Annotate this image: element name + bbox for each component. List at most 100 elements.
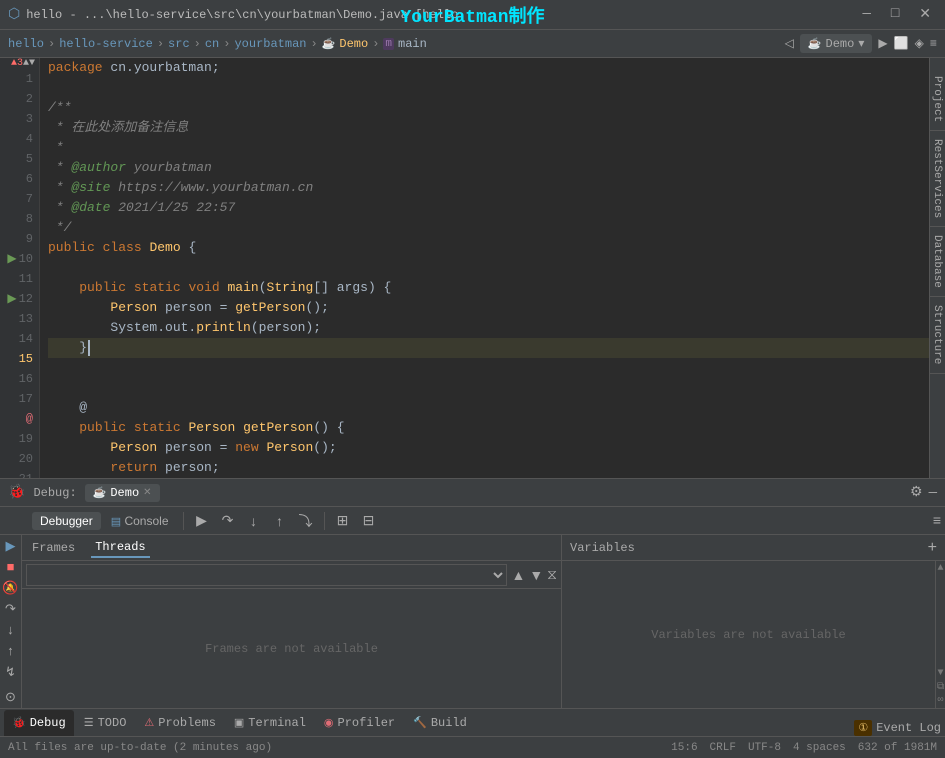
breadcrumb-hello[interactable]: hello (8, 37, 44, 51)
more-button[interactable]: ≡ (930, 37, 937, 51)
code-line-4: * 在此处添加备注信息 (48, 118, 929, 138)
code-line-13: Person person = getPerson(); (48, 298, 929, 318)
code-line-9: */ (48, 218, 929, 238)
scroll-copy-button[interactable]: ⧉ (937, 681, 944, 693)
thread-dropdown-row: ▲ ▼ ⧖ (22, 561, 561, 589)
breadcrumb: hello › hello-service › src › cn › yourb… (0, 30, 945, 58)
threads-tab[interactable]: Threads (91, 538, 149, 558)
event-log-button[interactable]: Event Log (876, 721, 941, 735)
frames-tabs: Frames Threads (22, 535, 561, 561)
memory-indicator[interactable]: 632 of 1981M (858, 742, 937, 754)
run-button[interactable]: ▶ (878, 36, 887, 51)
step-out-button[interactable]: ↑ (268, 509, 292, 533)
debug-session-icon: ☕ (93, 486, 107, 500)
toolbar-sep2 (324, 512, 325, 530)
build-tab[interactable]: 🔨 Build (405, 710, 475, 736)
evaluate-button[interactable]: ⊞ (331, 509, 355, 533)
code-line-8: * @date 2021/1/25 22:57 (48, 198, 929, 218)
breadcrumb-src[interactable]: src (168, 37, 190, 51)
code-line-14: System.out.println(person); (48, 318, 929, 338)
console-icon: ▤ (111, 516, 121, 528)
breadcrumb-main[interactable]: main (398, 37, 427, 51)
debug-panel: 🐞 Debug: ☕ Demo ✕ ⚙ — Debugger ▤ Console… (0, 478, 945, 708)
maximize-button[interactable]: □ (885, 6, 905, 23)
thread-dropdown[interactable] (26, 564, 507, 586)
debug-minimize-button[interactable]: — (929, 485, 937, 501)
debug-more-button[interactable]: ≡ (933, 512, 941, 528)
code-line-17 (48, 378, 929, 398)
breadcrumb-sep2: › (157, 37, 164, 51)
stop-button[interactable]: ◈ (915, 36, 924, 51)
sidebar-restservices-tab[interactable]: RestServices (930, 131, 945, 227)
profiler-tab[interactable]: ◉ Profiler (316, 710, 403, 736)
error-count: ▲3 (11, 58, 23, 69)
debug-session-name: Demo (110, 486, 139, 500)
resume-icon[interactable]: ▶ (6, 539, 16, 554)
code-line-6: * @author yourbatman (48, 158, 929, 178)
code-line-18: @ (48, 398, 929, 418)
run-config-button[interactable]: ☕ Demo ▾ (800, 34, 873, 53)
scroll-down-button[interactable]: ▼ (938, 668, 944, 679)
variables-empty: Variables are not available (562, 561, 935, 708)
run-config-label: Demo (826, 37, 855, 51)
infobar-right: 15:6 CRLF UTF-8 4 spaces 632 of 1981M (671, 742, 937, 754)
code-line-2 (48, 78, 929, 98)
sidebar-database-tab[interactable]: Database (930, 227, 945, 297)
debug-run-button[interactable]: ⬜ (894, 36, 909, 51)
error-nav-down[interactable]: ▼ (29, 58, 35, 69)
stop-icon[interactable]: ■ (7, 560, 15, 575)
breadcrumb-cn[interactable]: cn (205, 37, 219, 51)
debugger-tab-button[interactable]: Debugger (32, 512, 101, 530)
step-over-icon[interactable]: ↷ (5, 602, 16, 617)
step-into-button[interactable]: ↓ (242, 509, 266, 533)
file-encoding[interactable]: UTF-8 (748, 742, 781, 754)
code-line-15: } (48, 338, 929, 358)
titlebar: ⬡ hello - ...\hello-service\src\cn\yourb… (0, 0, 945, 30)
thread-down-button[interactable]: ▼ (529, 567, 543, 583)
code-line-16 (48, 358, 929, 378)
resume-button[interactable]: ▶ (190, 509, 214, 533)
step-over-button[interactable]: ↷ (216, 509, 240, 533)
debug-settings-button[interactable]: ⚙ (910, 484, 923, 501)
run-to-cursor-button[interactable]: ⤵ (294, 509, 318, 533)
titlebar-left: ⬡ hello - ...\hello-service\src\cn\yourb… (8, 6, 458, 23)
debug-session-close[interactable]: ✕ (143, 487, 151, 499)
frames-tab[interactable]: Frames (28, 539, 79, 557)
breadcrumb-demo[interactable]: Demo (339, 37, 368, 51)
close-button[interactable]: ✕ (913, 6, 937, 23)
variables-add-button[interactable]: + (928, 539, 937, 557)
sidebar-project-tab[interactable]: Project (930, 68, 945, 131)
evaluate-expr-icon[interactable]: ⊙ (5, 690, 16, 705)
debug-tab[interactable]: 🐞 Debug (4, 710, 74, 736)
breadcrumb-yourbatman[interactable]: yourbatman (234, 37, 306, 51)
debug-toolbar: Debugger ▤ Console ▶ ↷ ↓ ↑ ⤵ ⊞ ⊟ ≡ (0, 507, 945, 535)
indent-settings[interactable]: 4 spaces (793, 742, 846, 754)
scroll-watch-button[interactable]: ∞ (938, 695, 944, 706)
cursor-position[interactable]: 15:6 (671, 742, 697, 754)
run-cursor-icon[interactable]: ↯ (5, 665, 16, 680)
nav-back-button[interactable]: ◁ (785, 36, 794, 51)
step-out-icon[interactable]: ↑ (7, 644, 15, 659)
code-line-5: * (48, 138, 929, 158)
watch-button[interactable]: ⊟ (357, 509, 381, 533)
code-line-12: public static void main(String[] args) { (48, 278, 929, 298)
variables-scrollbar: ▲ ▼ ⧉ ∞ (935, 561, 945, 708)
code-editor[interactable]: package cn.yourbatman; /** * 在此处添加备注信息 *… (40, 58, 929, 478)
sidebar-structure-tab[interactable]: Structure (930, 297, 945, 373)
editor-area: ▲3 ▲ ▼ 1 2 3 4 5 6 7 8 9 ▶10 11 ▶12 13 1… (0, 58, 945, 478)
thread-up-button[interactable]: ▲ (511, 567, 525, 583)
scroll-up-button[interactable]: ▲ (938, 563, 944, 574)
debug-session-tab[interactable]: ☕ Demo ✕ (85, 484, 160, 502)
thread-filter-button[interactable]: ⧖ (547, 566, 557, 583)
todo-tab[interactable]: ☰ TODO (76, 710, 135, 736)
step-into-icon[interactable]: ↓ (7, 623, 15, 638)
terminal-tab[interactable]: ▣ Terminal (226, 710, 314, 736)
line-ending[interactable]: CRLF (710, 742, 736, 754)
watermark: YourBatman制作 (400, 2, 544, 28)
breadcrumb-m-icon: m (383, 38, 394, 50)
mute-icon[interactable]: 🔕 (2, 581, 18, 596)
minimize-button[interactable]: — (856, 6, 876, 23)
problems-tab[interactable]: ⚠ Problems (136, 710, 223, 736)
breadcrumb-hello-service[interactable]: hello-service (59, 37, 153, 51)
console-tab-button[interactable]: ▤ Console (103, 512, 177, 530)
